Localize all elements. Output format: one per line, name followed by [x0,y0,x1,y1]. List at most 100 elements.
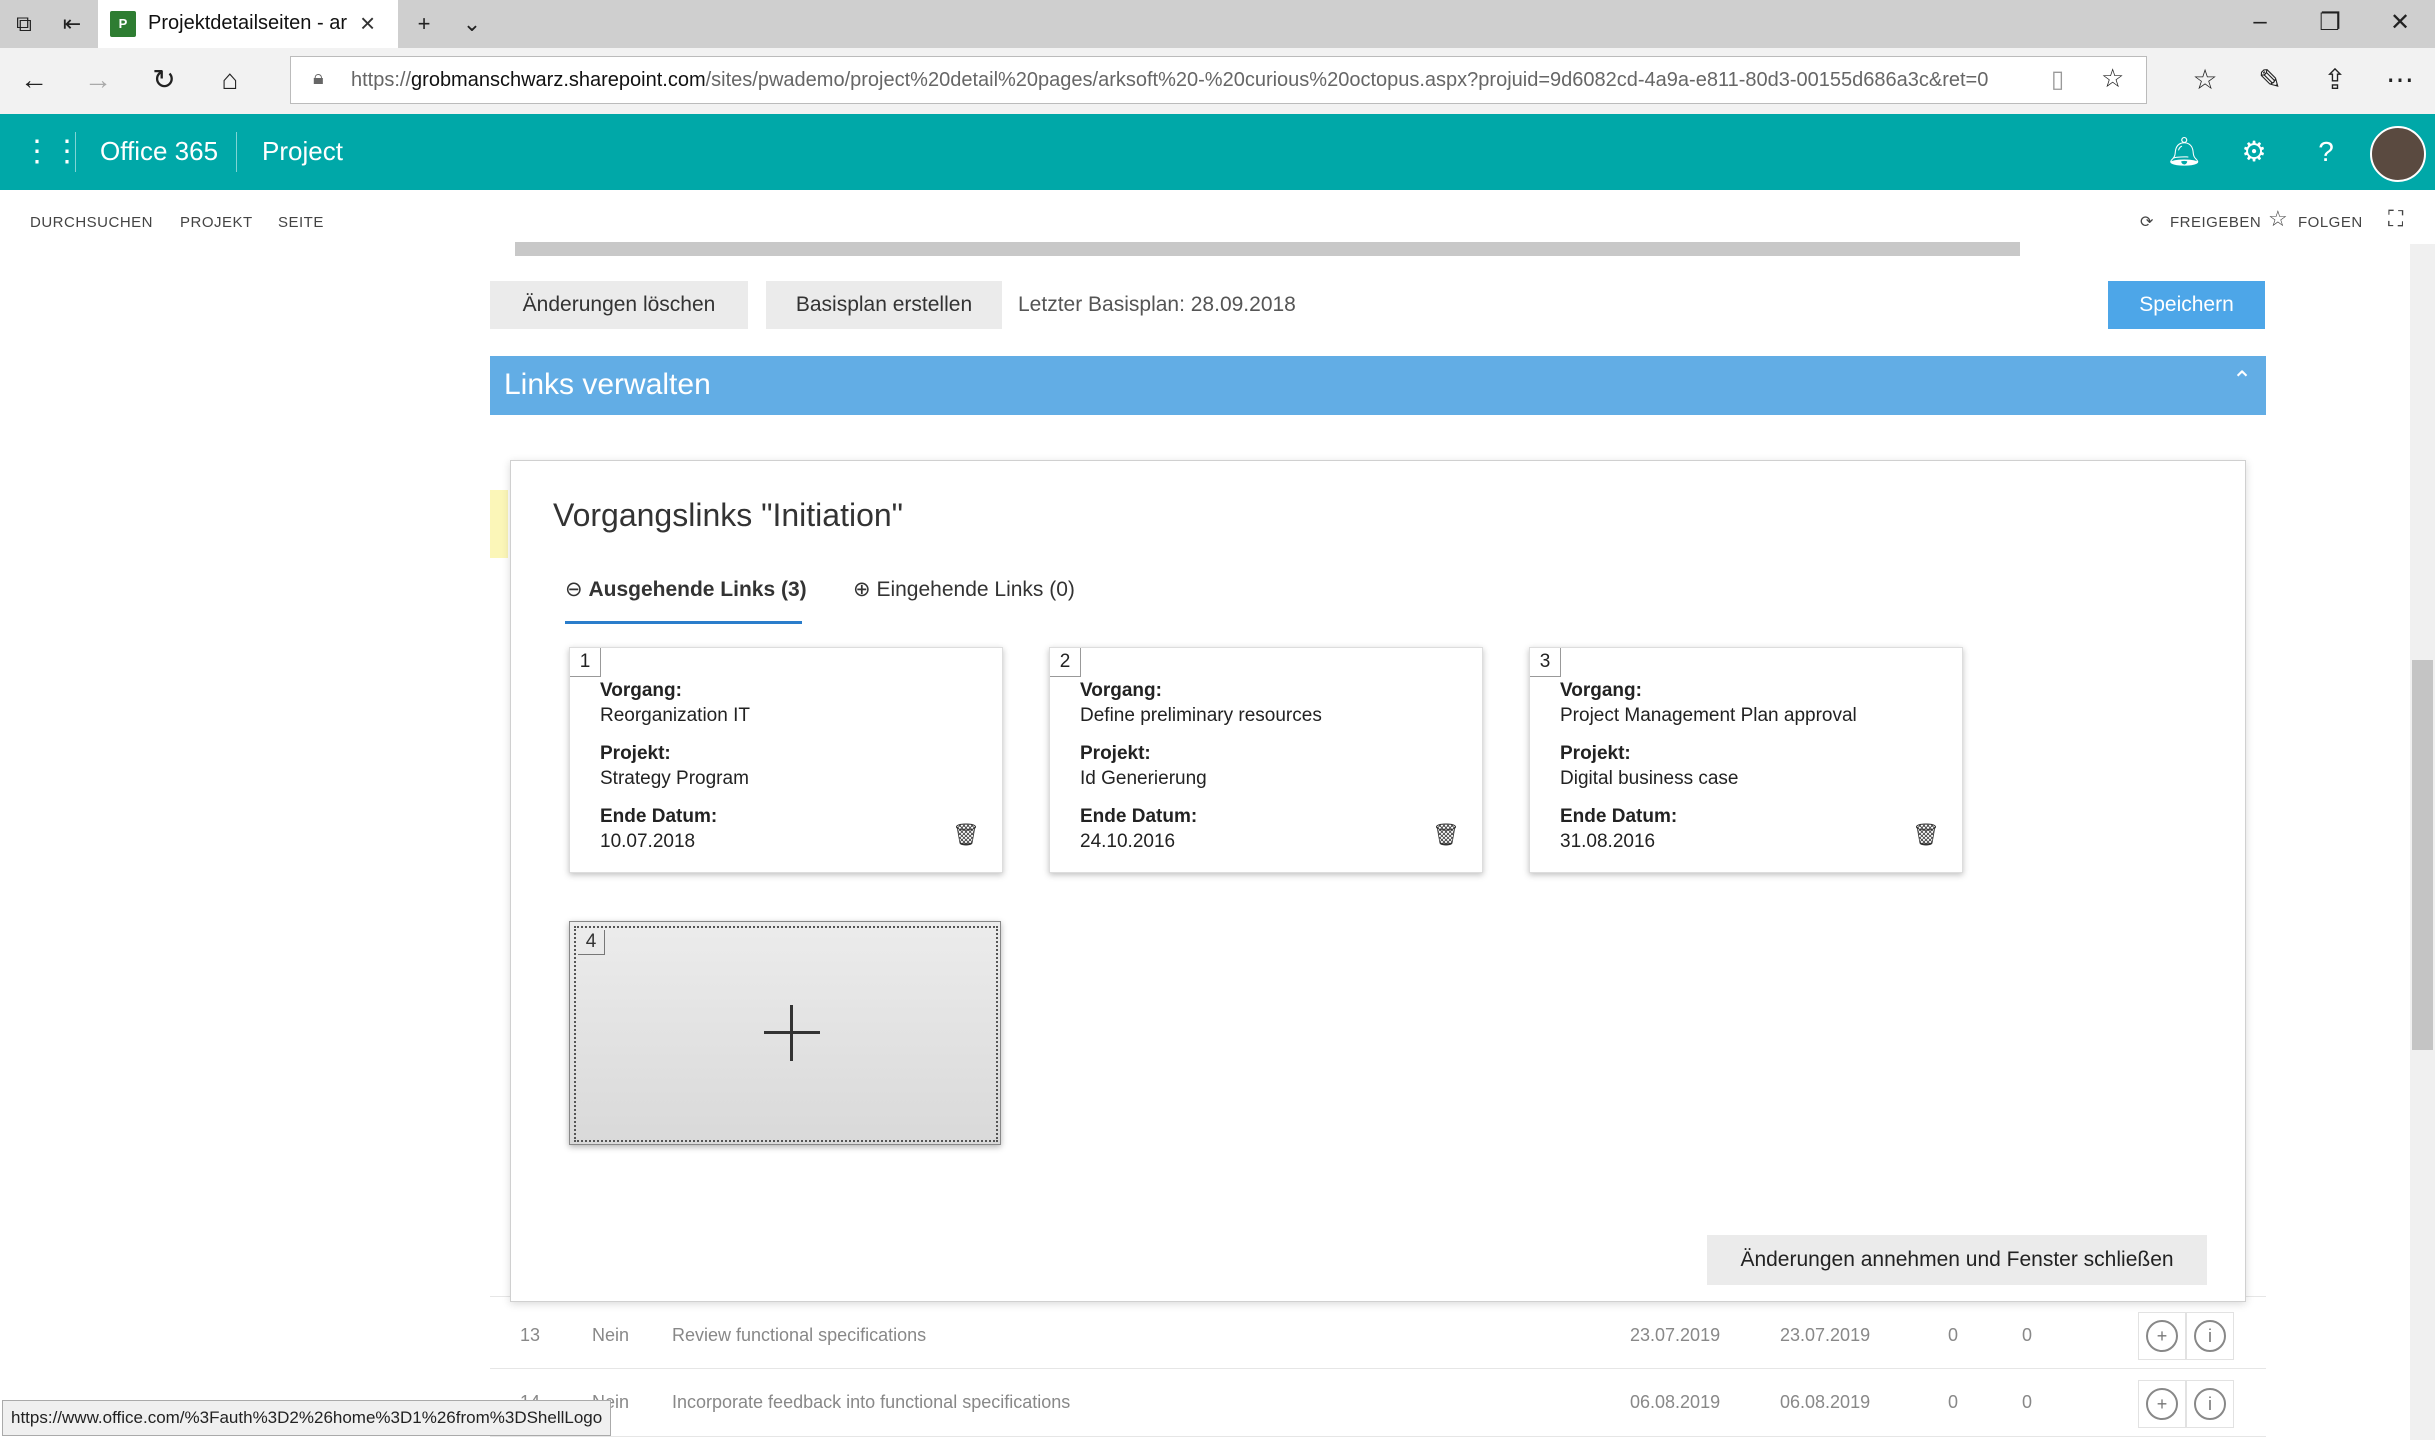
horizontal-scrollbar[interactable] [515,242,2020,256]
row-divider [490,1368,2266,1369]
tab-list-chevron-icon[interactable]: ⌄ [458,10,486,38]
row-highlight [490,490,508,558]
share-icon[interactable]: ⟳ [2140,212,2153,232]
app-launcher-icon[interactable]: ⋮⋮ [22,136,82,168]
dialog-title: Vorgangslinks "Initiation" [553,497,904,533]
url-field[interactable]: 🔒︎ https://grobmanschwarz.sharepoint.com… [290,56,2147,104]
project-label: Projekt: [600,743,671,764]
trash-icon[interactable]: 🗑︎ [952,822,980,848]
project-label: Projekt: [1560,743,1631,764]
end-date-label: Ende Datum: [1560,806,1678,827]
trash-icon[interactable]: 🗑︎ [1912,822,1940,848]
home-icon[interactable]: ⌂ [210,60,250,100]
address-toolbar: ← → ↻ ⌂ 🔒︎ https://grobmanschwarz.sharep… [0,48,2435,114]
row-value-b: 0 [2022,1392,2033,1412]
forward-icon[interactable]: → [78,60,118,100]
tab-incoming-links[interactable]: ⊕ Eingehende Links (0) [853,577,1075,602]
o365-suite-bar: ⋮⋮ Office 365 Project 🔔︎ ⚙ ? [0,114,2435,190]
status-url-tooltip: https://www.office.com/%3Fauth%3D2%26hom… [2,1400,612,1436]
end-date-value: 24.10.2016 [1080,831,1176,852]
favorites-hub-icon[interactable]: ☆ [2185,60,2225,100]
gear-icon[interactable]: ⚙ [2234,132,2274,172]
url-text: https://grobmanschwarz.sharepoint.com/si… [351,69,1989,91]
minimize-icon[interactable]: – [2240,8,2280,36]
bell-icon[interactable]: 🔔︎ [2164,132,2204,172]
divider [236,132,237,172]
row-start: 06.08.2019 [1630,1392,1721,1412]
project-value: Id Generierung [1080,768,1207,789]
link-card[interactable]: 2 Vorgang: Define preliminary resources … [1049,647,1483,873]
share-icon[interactable]: ⇪ [2315,60,2355,100]
avatar[interactable] [2370,126,2426,182]
follow-button[interactable]: FOLGEN [2298,214,2363,231]
add-circle-icon[interactable]: + [2146,1320,2178,1352]
divider [75,132,76,172]
tab-incoming-label: Eingehende Links (0) [876,578,1075,601]
new-tab-icon[interactable]: + [410,10,438,38]
tab-close-icon[interactable]: × [360,8,375,39]
project-app-title[interactable]: Project [262,136,343,167]
end-date-value: 10.07.2018 [600,831,696,852]
tab-outgoing-links[interactable]: ⊖ Ausgehende Links (3) [565,577,807,602]
plus-icon [790,1005,793,1061]
tab-title: Projektdetailseiten - ark [148,12,348,34]
row-name: Incorporate feedback into functional spe… [672,1392,1071,1412]
ribbon-tab-project[interactable]: PROJEKT [180,214,253,231]
section-title: Links verwalten [504,368,711,401]
link-card[interactable]: 3 Vorgang: Project Management Plan appro… [1529,647,1963,873]
row-end: 06.08.2019 [1780,1392,1871,1412]
info-icon[interactable]: i [2194,1388,2226,1420]
section-header-links[interactable]: Links verwalten ⌃ [490,356,2266,415]
follow-star-icon[interactable]: ☆ [2268,206,2288,232]
outgoing-link-icon: ⊖ [565,578,583,601]
chevron-up-icon[interactable]: ⌃ [2232,366,2252,395]
row-value-a: 0 [1948,1325,1959,1345]
back-icon[interactable]: ← [14,60,54,100]
card-number: 2 [1050,648,1081,677]
help-icon[interactable]: ? [2306,132,2346,172]
save-button[interactable]: Speichern [2108,281,2265,329]
info-icon[interactable]: i [2194,1320,2226,1352]
refresh-icon[interactable]: ↻ [144,60,184,100]
window-close-icon[interactable]: ✕ [2380,8,2420,37]
add-link-card[interactable]: 4 [569,921,1001,1145]
task-links-dialog: Vorgangslinks "Initiation" ⊖ Ausgehende … [510,460,2246,1302]
create-baseline-button[interactable]: Basisplan erstellen [766,281,1002,329]
project-label: Projekt: [1080,743,1151,764]
card-number: 3 [1530,648,1561,677]
link-card[interactable]: 1 Vorgang: Reorganization IT Projekt: St… [569,647,1003,873]
office365-link[interactable]: Office 365 [100,136,218,167]
end-date-label: Ende Datum: [1080,806,1198,827]
tab-aside-icon[interactable]: ⇤ [58,10,86,38]
row-value-a: 0 [1948,1392,1959,1412]
scrollbar-thumb[interactable] [2412,660,2433,1050]
favorite-star-icon[interactable]: ☆ [2101,63,2124,94]
row-flag: Nein [592,1325,630,1345]
add-circle-icon[interactable]: + [2146,1388,2178,1420]
restore-icon[interactable]: ❐ [2310,8,2350,37]
project-favicon-icon: P [110,11,136,37]
task-label: Vorgang: [600,680,682,701]
accept-and-close-button[interactable]: Änderungen annehmen und Fenster schließe… [1707,1235,2207,1285]
row-id: 13 [520,1325,541,1345]
browser-tab-active[interactable]: P Projektdetailseiten - ark × [98,0,398,48]
task-value: Project Management Plan approval [1560,705,1857,726]
reading-view-icon[interactable]: ▯ [2051,65,2064,94]
trash-icon[interactable]: 🗑︎ [1432,822,1460,848]
more-icon[interactable]: ⋯ [2380,60,2420,100]
end-date-value: 31.08.2016 [1560,831,1656,852]
ribbon-tab-browse[interactable]: DURCHSUCHEN [30,214,153,231]
task-label: Vorgang: [1560,680,1642,701]
card-number: 4 [578,930,605,955]
ribbon-tab-page[interactable]: SEITE [278,214,324,231]
pen-icon[interactable]: ✎ [2250,60,2290,100]
incoming-link-icon: ⊕ [853,578,871,601]
focus-mode-icon[interactable]: ⛶ [2388,206,2403,232]
row-start: 23.07.2019 [1630,1325,1721,1345]
row-divider [490,1436,2266,1437]
project-value: Strategy Program [600,768,749,789]
tab-actions-icon[interactable]: ⧉ [10,10,38,38]
row-name: Review functional specifications [672,1325,927,1345]
share-button[interactable]: FREIGEBEN [2170,214,2261,231]
discard-changes-button[interactable]: Änderungen löschen [490,281,748,329]
